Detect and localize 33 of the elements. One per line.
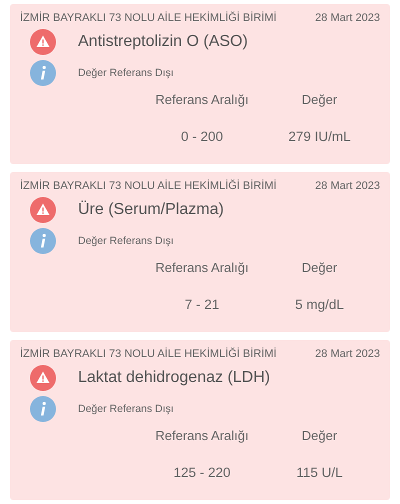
facility-name: İZMİR BAYRAKLI 73 NOLU AİLE HEKİMLİĞİ BİRİMİ [20,348,277,360]
reference-range: 125 - 220 [173,465,231,480]
warning-icon [30,197,56,223]
test-name: Üre (Serum/Plazma) [78,201,224,219]
result-value: 279 IU/mL [288,129,351,144]
result-card[interactable]: İZMİR BAYRAKLI 73 NOLU AİLE HEKİMLİĞİ BİRİMİ 28 Mart 2023 Üre (Serum/Plazma) Değer Referans Dışı Referans Aralığı Değer 7 - 21 5 mg/dL [10,172,390,332]
result-value: 115 U/L [296,465,343,480]
column-header: Referans Aralığı [155,260,249,275]
info-icon [30,396,56,422]
info-icon [30,228,56,254]
reference-range: 0 - 200 [180,129,224,144]
column-header: Referans Aralığı [155,92,249,107]
result-date: 28 Mart 2023 [315,180,380,192]
test-name: Antistreptolizin O (ASO) [78,33,248,51]
result-value: 5 mg/dL [295,297,344,312]
test-name: Laktat dehidrogenaz (LDH) [78,369,270,387]
status-note: Değer Referans Dışı [78,235,174,247]
result-date: 28 Mart 2023 [315,348,380,360]
column-header: Değer [302,92,338,107]
warning-icon [30,365,56,391]
facility-name: İZMİR BAYRAKLI 73 NOLU AİLE HEKİMLİĞİ BİRİMİ [20,12,277,24]
column-header: Değer [302,428,338,443]
column-header: Referans Aralığı [155,428,249,443]
warning-icon [30,29,56,55]
status-note: Değer Referans Dışı [78,403,174,415]
reference-range: 7 - 21 [184,297,220,312]
result-date: 28 Mart 2023 [315,12,380,24]
facility-name: İZMİR BAYRAKLI 73 NOLU AİLE HEKİMLİĞİ BİRİMİ [20,180,277,192]
result-card[interactable]: İZMİR BAYRAKLI 73 NOLU AİLE HEKİMLİĞİ BİRİMİ 28 Mart 2023 Laktat dehidrogenaz (LDH) Değer Referans Dışı Referans Aralığı Değer 125 - 220 115 U/L [10,340,390,500]
info-icon [30,60,56,86]
status-note: Değer Referans Dışı [78,67,174,79]
column-header: Değer [302,260,338,275]
result-card[interactable]: İZMİR BAYRAKLI 73 NOLU AİLE HEKİMLİĞİ BİRİMİ 28 Mart 2023 Antistreptolizin O (ASO) Değer Referans Dışı Referans Aralığı Değer 0 - 200 279 IU/mL [10,4,390,164]
